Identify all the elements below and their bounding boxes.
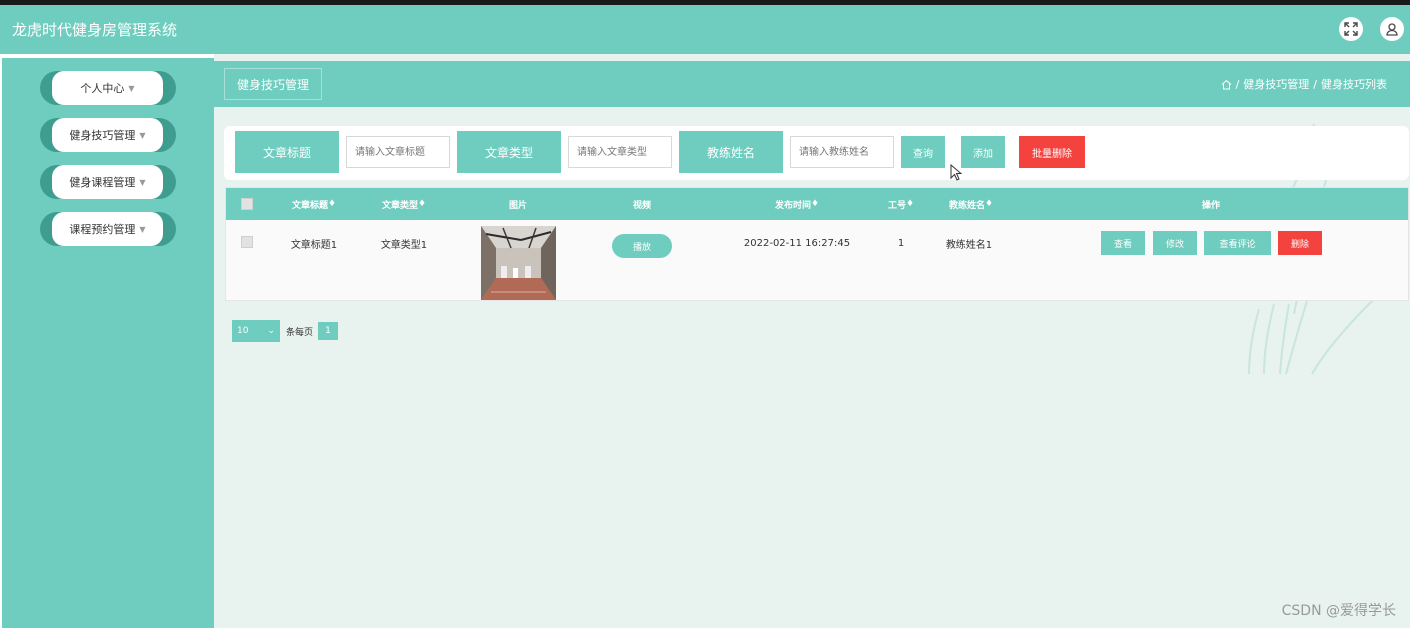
cell-type: 文章类型1 [380, 239, 428, 251]
sidebar-item-label: 健身技巧管理 [69, 129, 136, 142]
user-icon[interactable] [1380, 17, 1404, 41]
sort-icon: ♦ [984, 199, 994, 209]
table-header: 文章标题 ♦ 文章类型 ♦ 图片 视频 发布时间 ♦ 工号 ♦ 教练姓名 ♦ 操作 [226, 188, 1408, 220]
app-header: 龙虎时代健身房管理系统 [0, 5, 1410, 54]
sidebar-item-label: 课程预约管理 [69, 223, 136, 236]
coach-name-label: 教练姓名 [679, 131, 783, 173]
article-type-input[interactable] [568, 136, 672, 168]
data-table: 文章标题 ♦ 文章类型 ♦ 图片 视频 发布时间 ♦ 工号 ♦ 教练姓名 ♦ 操作 文章标… [225, 187, 1409, 301]
search-panel: 文章标题 文章类型 教练姓名 查询 添加 批量删除 [224, 126, 1409, 180]
app-title: 龙虎时代健身房管理系统 [12, 21, 178, 39]
home-icon[interactable] [1221, 79, 1232, 90]
page-size-value: 10 [237, 326, 249, 336]
sort-icon: ♦ [417, 199, 427, 209]
cell-title: 文章标题1 [290, 239, 338, 251]
fullscreen-icon[interactable] [1339, 17, 1363, 41]
batch-delete-button[interactable]: 批量删除 [1019, 136, 1085, 168]
delete-button[interactable]: 删除 [1278, 231, 1322, 255]
row-checkbox[interactable] [241, 236, 253, 248]
sidebar-item-label: 个人中心 [80, 82, 125, 95]
column-header-publish-time[interactable]: 发布时间 ♦ [757, 188, 837, 220]
breadcrumb-bar: 健身技巧管理 / 健身技巧管理 / 健身技巧列表 [214, 61, 1410, 107]
mouse-cursor-icon [950, 164, 962, 181]
breadcrumb-item-tips-list: 健身技巧列表 [1321, 78, 1387, 91]
chevron-down-icon: ▼ [139, 177, 146, 187]
column-header-type[interactable]: 文章类型 ♦ [374, 188, 434, 220]
column-header-image: 图片 [508, 200, 527, 211]
cell-publish-time: 2022-02-11 16:27:45 [743, 237, 851, 249]
column-header-actions: 操作 [1201, 200, 1220, 211]
sidebar-item-course-booking[interactable]: 课程预约管理 ▼ [40, 212, 176, 246]
add-button[interactable]: 添加 [961, 136, 1005, 168]
sidebar-item-label: 健身课程管理 [69, 176, 136, 189]
breadcrumb: / 健身技巧管理 / 健身技巧列表 [1221, 76, 1387, 92]
edit-button[interactable]: 修改 [1153, 231, 1197, 255]
page-size-select[interactable]: 10 ⌄ [232, 320, 280, 342]
page-size-label: 条每页 [286, 327, 314, 338]
sidebar-item-personal-center[interactable]: 个人中心 ▼ [40, 71, 176, 105]
chevron-down-icon: ▼ [128, 83, 135, 93]
column-header-title[interactable]: 文章标题 ♦ [284, 188, 344, 220]
cell-coach-name: 教练姓名1 [945, 239, 993, 251]
view-comments-button[interactable]: 查看评论 [1204, 231, 1271, 255]
pagination: 10 ⌄ 条每页 1 [232, 320, 339, 342]
sidebar-item-fitness-tips[interactable]: 健身技巧管理 ▼ [40, 118, 176, 152]
chevron-down-icon: ▼ [139, 130, 146, 140]
page-tab-label: 健身技巧管理 [237, 77, 310, 92]
main-content: 健身技巧管理 / 健身技巧管理 / 健身技巧列表 文章标题 文章类型 教练姓名 … [214, 54, 1410, 628]
sidebar: 个人中心 ▼ 健身技巧管理 ▼ 健身课程管理 ▼ 课程预约管理 ▼ [2, 58, 214, 628]
sidebar-item-fitness-courses[interactable]: 健身课程管理 ▼ [40, 165, 176, 199]
breadcrumb-item-tips-management[interactable]: 健身技巧管理 [1243, 76, 1309, 92]
breadcrumb-separator: / [1235, 77, 1240, 91]
cell-job-no: 1 [897, 237, 905, 249]
article-title-input[interactable] [346, 136, 450, 168]
chevron-down-icon: ⌄ [267, 326, 275, 336]
coach-name-input[interactable] [790, 136, 894, 168]
column-header-video: 视频 [632, 200, 651, 211]
breadcrumb-separator: / [1313, 77, 1317, 91]
watermark: CSDN @爱得学长 [1281, 603, 1396, 619]
tab-fitness-tips[interactable]: 健身技巧管理 [224, 68, 323, 100]
query-button[interactable]: 查询 [901, 136, 945, 168]
article-type-label: 文章类型 [457, 131, 561, 173]
sort-icon: ♦ [810, 199, 820, 209]
article-title-label: 文章标题 [235, 131, 339, 173]
chevron-down-icon: ▼ [139, 224, 146, 234]
play-video-button[interactable]: 播放 [612, 234, 672, 258]
page-number-button[interactable]: 1 [318, 322, 339, 340]
select-all-checkbox[interactable] [241, 198, 253, 210]
sort-icon: ♦ [327, 199, 337, 209]
cell-image-thumbnail[interactable] [481, 226, 556, 300]
column-header-job-no[interactable]: 工号 ♦ [879, 188, 923, 220]
view-button[interactable]: 查看 [1101, 231, 1145, 255]
column-header-coach-name[interactable]: 教练姓名 ♦ [936, 188, 1006, 220]
sort-icon: ♦ [905, 199, 915, 209]
